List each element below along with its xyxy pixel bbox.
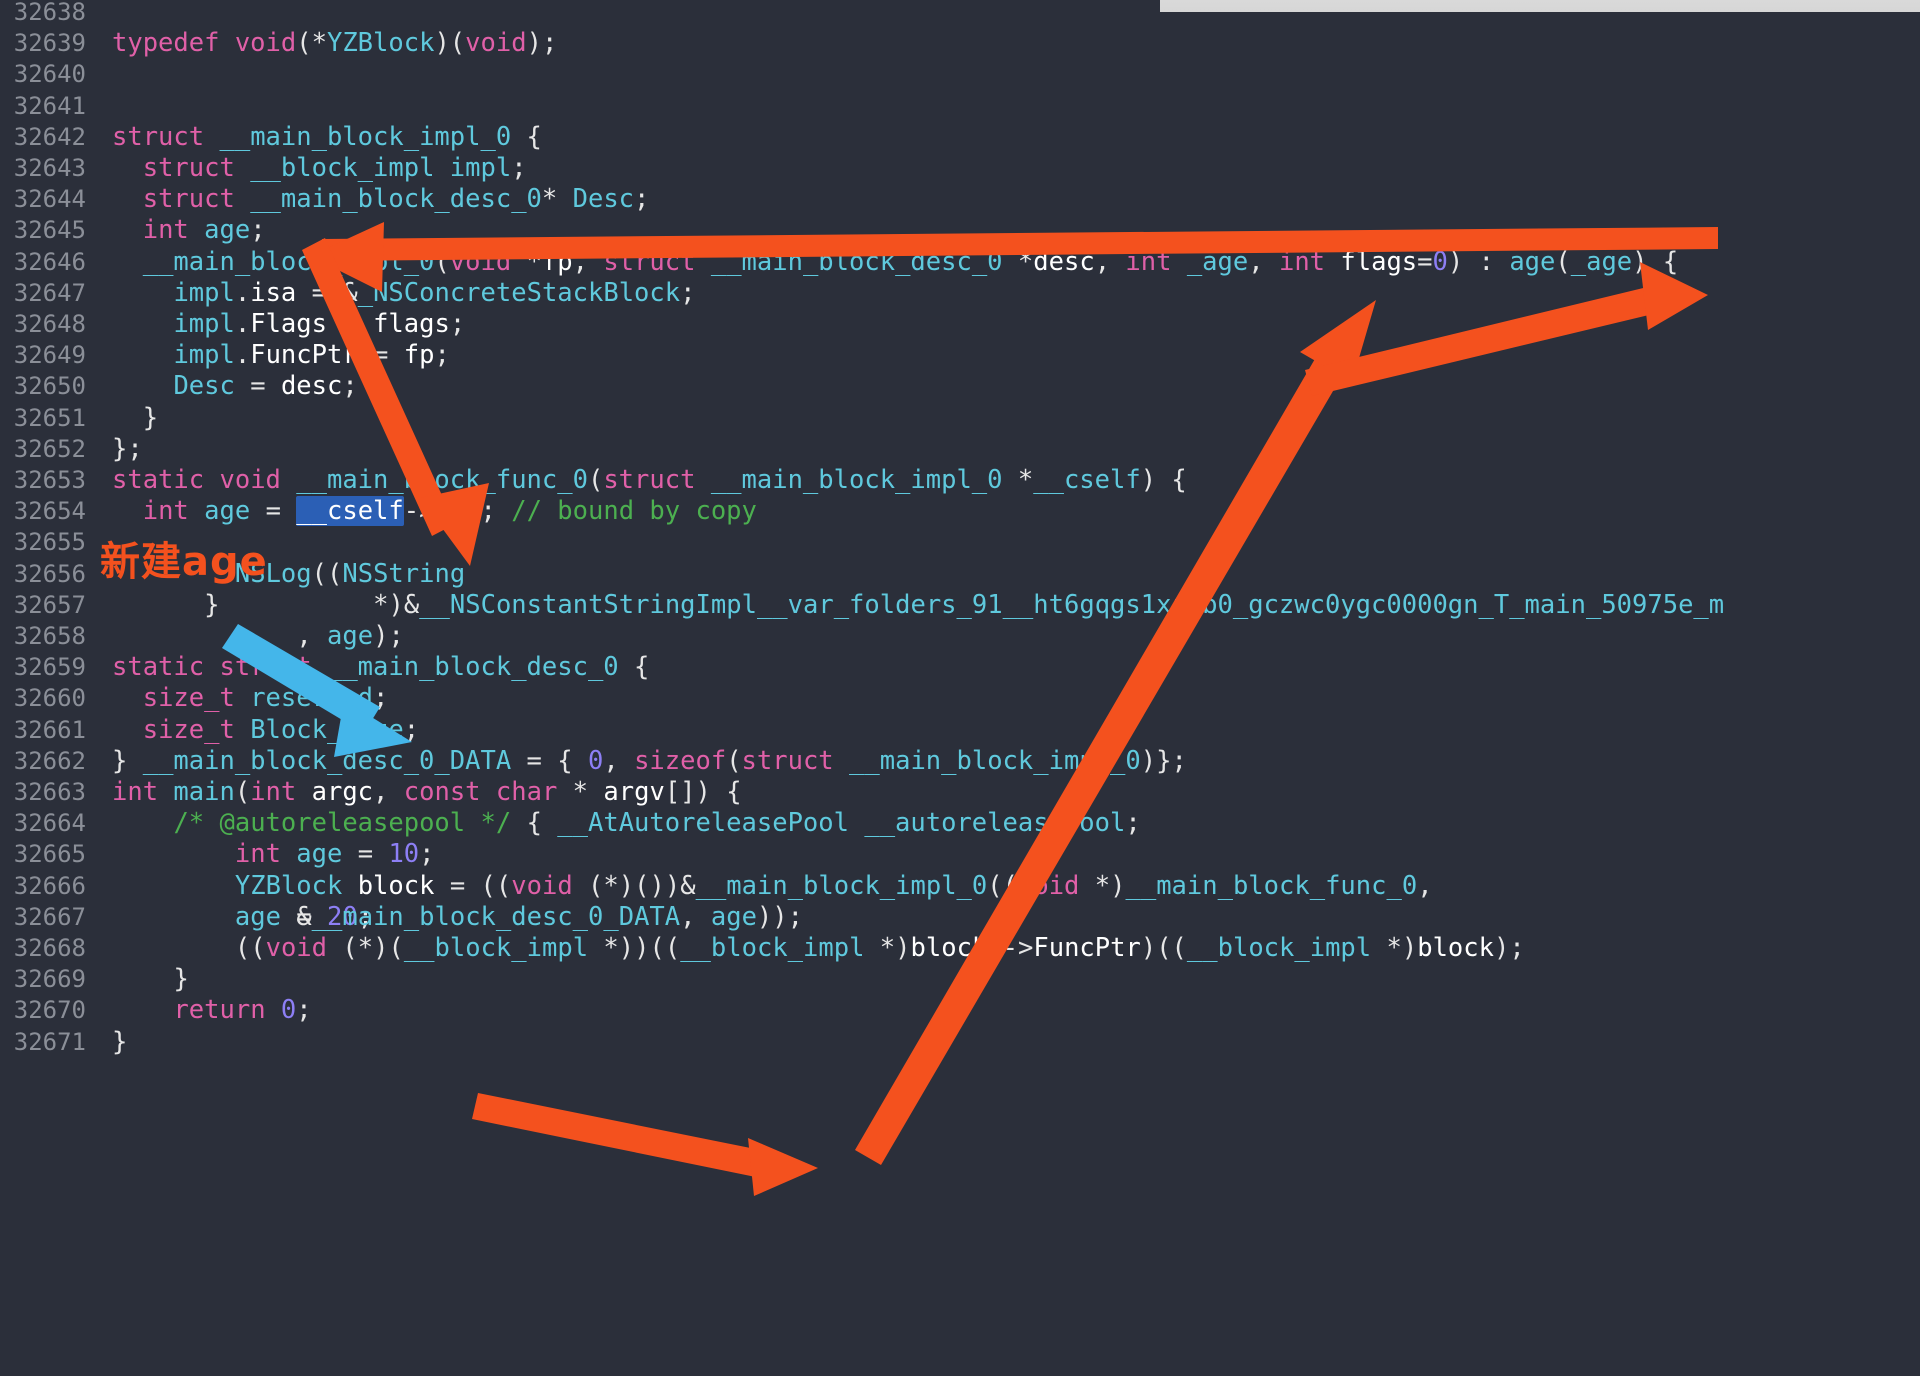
- code-line[interactable]: return 0;: [112, 991, 311, 1030]
- code-line-wrap-desc-data[interactable]: &__main_block_desc_0_DATA, age));: [112, 898, 803, 937]
- code-line[interactable]: int age = __cself->age; // bound by copy: [112, 492, 757, 531]
- code-line[interactable]: typedef void(*YZBlock)(void);: [112, 24, 557, 63]
- selected-token[interactable]: __cself: [296, 496, 404, 527]
- code-line-wrap-age-arg[interactable]: , age);: [112, 617, 404, 656]
- bottom-edge: [0, 1368, 1920, 1376]
- code-editor-screenshot: 32638 32639 typedef void(*YZBlock)(void); 3…: [0, 0, 1920, 1376]
- code-line[interactable]: }: [112, 1023, 127, 1062]
- annotation-chinese-note: 新建age: [100, 539, 268, 585]
- line-number: 32671: [13, 1027, 86, 1056]
- code-surface[interactable]: 32638 32639 typedef void(*YZBlock)(void); 3…: [0, 0, 1920, 1376]
